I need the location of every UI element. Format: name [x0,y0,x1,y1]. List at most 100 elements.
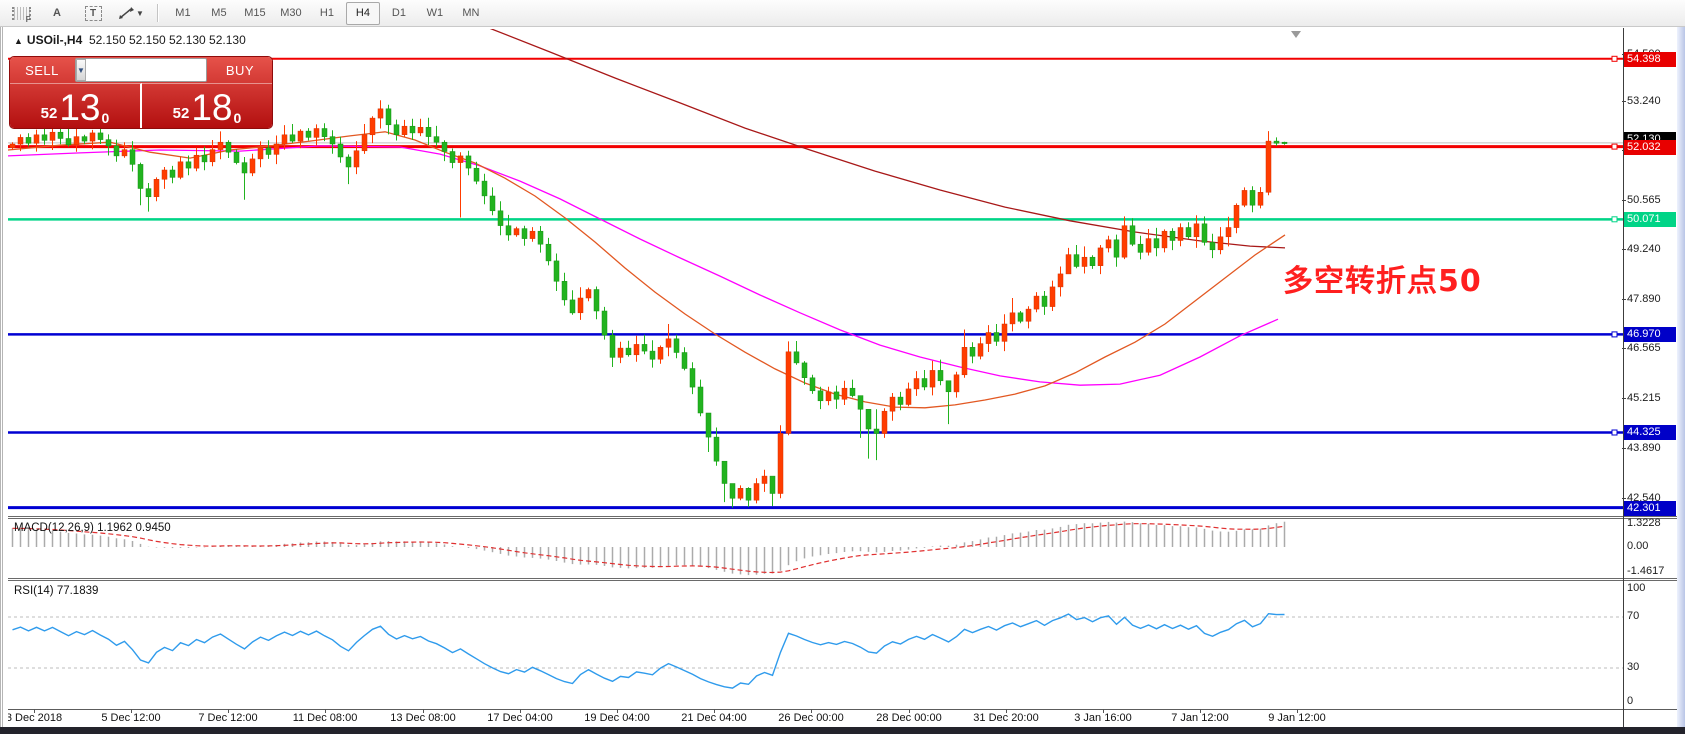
rsi-axis-0: 0 [1627,695,1633,707]
candle-body [426,127,431,136]
chart-annotation-text: 多空转折点50 [1283,256,1482,300]
text-box-icon[interactable]: T [76,2,110,25]
text-label-icon[interactable]: A [40,2,74,25]
timeframe-button-w1[interactable]: W1 [418,2,452,25]
date-label: 11 Dec 08:00 [293,712,358,724]
volume-input[interactable] [86,59,207,81]
timeframe-button-h1[interactable]: H1 [310,2,344,25]
rsi-axis-30: 30 [1627,661,1639,673]
candle-body [658,347,663,359]
candle-body [1122,226,1127,258]
candle-body [602,311,607,335]
trade-panel-prices: 52 13 0 52 18 0 [10,83,272,128]
timeframe-button-d1[interactable]: D1 [382,2,416,25]
level-badge-44.325: 44.325 [1624,425,1676,440]
candle-body [538,231,543,244]
candle-body [1058,274,1063,287]
candle-body [1170,231,1175,240]
trendline-endpoint-marker[interactable] [1612,217,1617,222]
timeframe-button-m1[interactable]: M1 [166,2,200,25]
date-label: 21 Dec 04:00 [681,712,746,724]
date-label: 7 Dec 12:00 [198,712,257,724]
chart-shift-marker-icon[interactable] [1291,31,1301,38]
candle-body [882,411,887,433]
timeframe-button-h4[interactable]: H4 [346,2,380,25]
level-badge-54.398: 54.398 [1624,52,1676,67]
collapse-triangle-icon[interactable]: ▲ [14,36,23,46]
date-tick [34,709,35,713]
date-tick [228,709,229,713]
sell-price-main: 13 [59,91,100,124]
candle-body [42,135,47,141]
timeframe-button-m30[interactable]: M30 [274,2,308,25]
level-badge-50.071: 50.071 [1624,212,1676,227]
candle-body [778,433,783,493]
candle-body [946,381,951,392]
trendline-endpoint-marker[interactable] [1612,56,1617,61]
candle-body [826,392,831,401]
macd-canvas[interactable] [8,519,1623,578]
candle-body [498,211,503,226]
ma-fast-orange[interactable] [8,132,1285,408]
sell-button[interactable]: SELL [10,63,74,78]
volume-decrease-button[interactable]: ▼ [76,59,86,81]
candle-body [66,139,71,145]
trendline-endpoint-marker[interactable] [1612,144,1617,149]
rsi-canvas[interactable] [8,581,1623,709]
ma-long-darkred[interactable] [487,29,1285,248]
date-tick [325,709,326,713]
candle-body [850,388,855,395]
candle-body [1234,205,1239,227]
candle-body [834,392,839,399]
window-bottom-frame [0,727,1685,734]
date-tick [714,709,715,713]
date-label: 3 Dec 2018 [6,712,62,724]
timeframe-button-mn[interactable]: MN [454,2,488,25]
candle-body [626,348,631,355]
date-label: 26 Dec 00:00 [778,712,843,724]
sell-price-button[interactable]: 52 13 0 [10,83,142,128]
candle-body [274,144,279,154]
trendline-endpoint-marker[interactable] [1612,332,1617,337]
candle-body [730,484,735,499]
timeframe-button-m5[interactable]: M5 [202,2,236,25]
candle-body [514,229,519,235]
candle-body [754,484,759,501]
price-tick-45.215: 45.215 [1627,392,1661,404]
candle-body [962,347,967,375]
candle-body [1114,240,1119,257]
candle-body [106,140,111,146]
candle-body [434,137,439,143]
candle-body [1026,309,1031,321]
symbol-ohlc: 52.150 52.150 52.130 52.130 [89,33,246,47]
price-tick-47.890: 47.890 [1627,293,1661,305]
date-axis-border [0,709,1685,710]
candle-body [98,133,103,140]
level-badge-46.970: 46.970 [1624,327,1676,342]
crosshair-grid-icon[interactable]: F [4,2,38,25]
candle-body [370,118,375,135]
date-tick [1103,709,1104,713]
candle-body [1050,287,1055,307]
candle-body [402,126,407,135]
date-label: 13 Dec 08:00 [390,712,455,724]
candle-body [330,137,335,144]
candle-body [410,126,415,133]
candle-body [234,152,239,162]
candle-body [930,370,935,387]
candle-body [210,150,215,162]
candle-body [1010,313,1015,324]
date-label: 5 Dec 12:00 [101,712,160,724]
candle-body [114,146,119,156]
trendline-endpoint-marker[interactable] [1612,430,1617,435]
candle-body [594,290,599,312]
buy-button[interactable]: BUY [208,63,272,78]
candle-body [90,133,95,141]
date-label: 3 Jan 16:00 [1074,712,1132,724]
buy-price-button[interactable]: 52 18 0 [142,83,272,128]
candle-body [242,163,247,173]
timeframe-button-m15[interactable]: M15 [238,2,272,25]
candle-body [418,127,423,133]
trendline-angle-icon[interactable]: ▼ [112,2,150,25]
candle-body [322,129,327,137]
